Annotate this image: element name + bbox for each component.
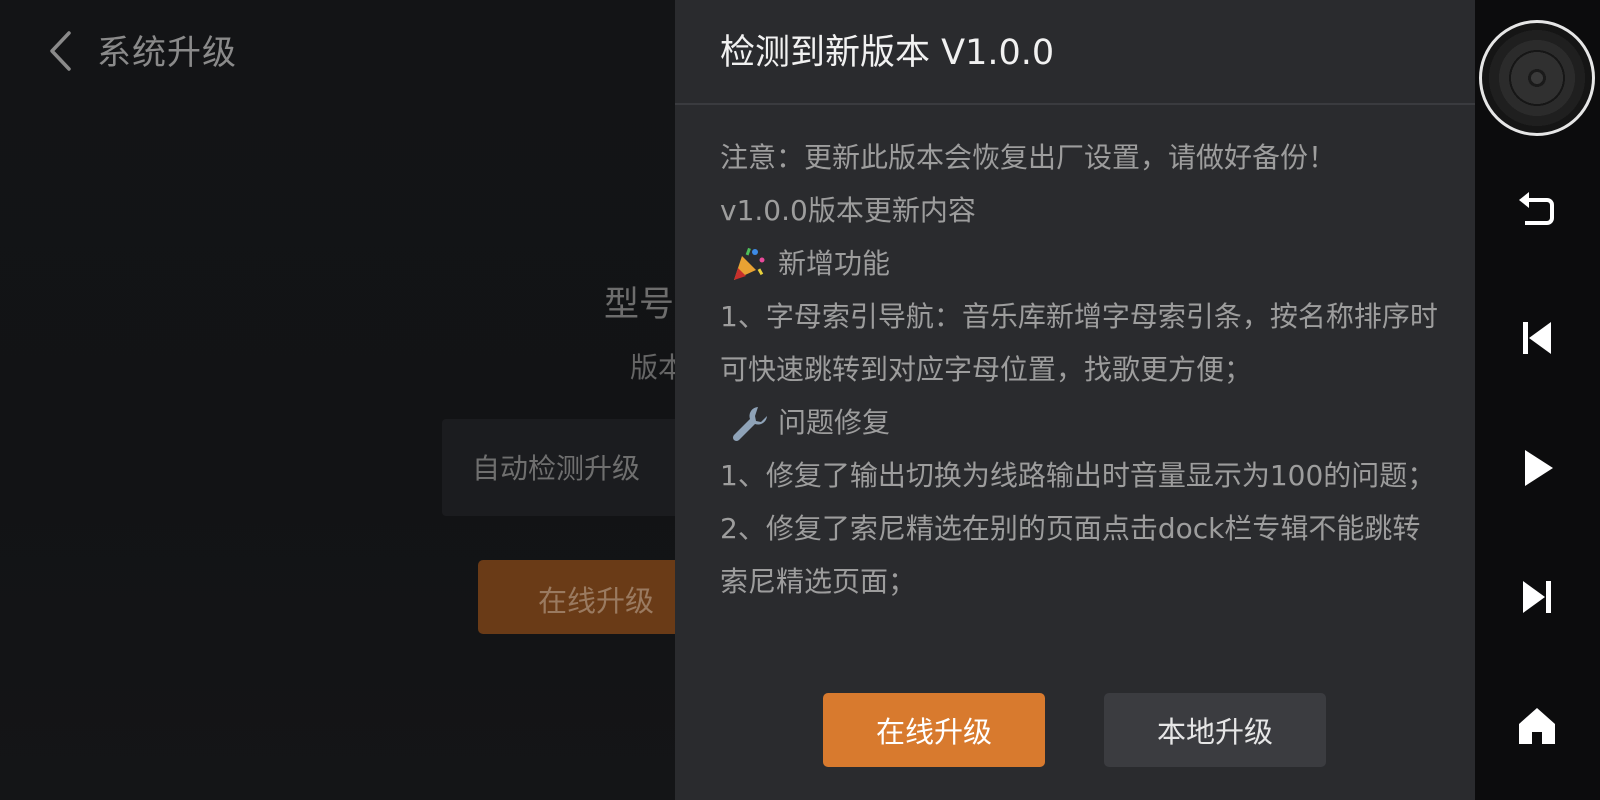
vinyl-disc-icon[interactable] xyxy=(1479,20,1595,136)
auto-detect-row[interactable]: 自动检测升级 xyxy=(442,419,702,516)
auto-detect-label: 自动检测升级 xyxy=(472,452,641,485)
play-icon[interactable] xyxy=(1517,448,1557,488)
fixes-heading-row: 问题修复 xyxy=(720,396,1440,449)
fix-item: 2、修复了索尼精选在别的页面点击dock栏专辑不能跳转索尼精选页面； xyxy=(720,512,1421,598)
update-dialog: 检测到新版本 V1.0.0 注意：更新此版本会恢复出厂设置，请做好备份！ v1.… xyxy=(675,0,1475,800)
online-upgrade-button[interactable]: 在线升级 xyxy=(823,693,1045,767)
back-button[interactable] xyxy=(40,30,80,76)
home-icon[interactable] xyxy=(1517,706,1557,746)
next-track-icon[interactable] xyxy=(1517,577,1557,617)
fixes-heading: 问题修复 xyxy=(778,406,891,439)
new-features-heading-row: 新增功能 xyxy=(720,237,1440,290)
dialog-title: 检测到新版本 V1.0.0 xyxy=(720,33,1055,73)
new-features-heading: 新增功能 xyxy=(778,247,891,280)
feature-item: 1、字母索引导航：音乐库新增字母索引条，按名称排序时可快速跳转到对应字母位置，找… xyxy=(720,300,1438,386)
notice-text: 注意：更新此版本会恢复出厂设置，请做好备份！ xyxy=(720,141,1337,174)
model-label: 型号 xyxy=(604,285,675,325)
changelog-title: v1.0.0版本更新内容 xyxy=(720,194,976,227)
page-title: 系统升级 xyxy=(97,33,237,73)
wrench-icon xyxy=(728,403,768,443)
update-notes: 注意：更新此版本会恢复出厂设置，请做好备份！ v1.0.0版本更新内容 新增功能… xyxy=(720,131,1440,608)
dialog-divider xyxy=(675,103,1475,105)
page-online-upgrade-label: 在线升级 xyxy=(538,584,655,618)
party-popper-icon xyxy=(728,244,768,284)
return-icon[interactable] xyxy=(1517,188,1557,228)
local-upgrade-button[interactable]: 本地升级 xyxy=(1104,693,1326,767)
previous-track-icon[interactable] xyxy=(1517,318,1557,358)
chevron-left-icon xyxy=(47,29,73,77)
fix-item: 1、修复了输出切换为线路输出时音量显示为100的问题； xyxy=(720,459,1436,492)
